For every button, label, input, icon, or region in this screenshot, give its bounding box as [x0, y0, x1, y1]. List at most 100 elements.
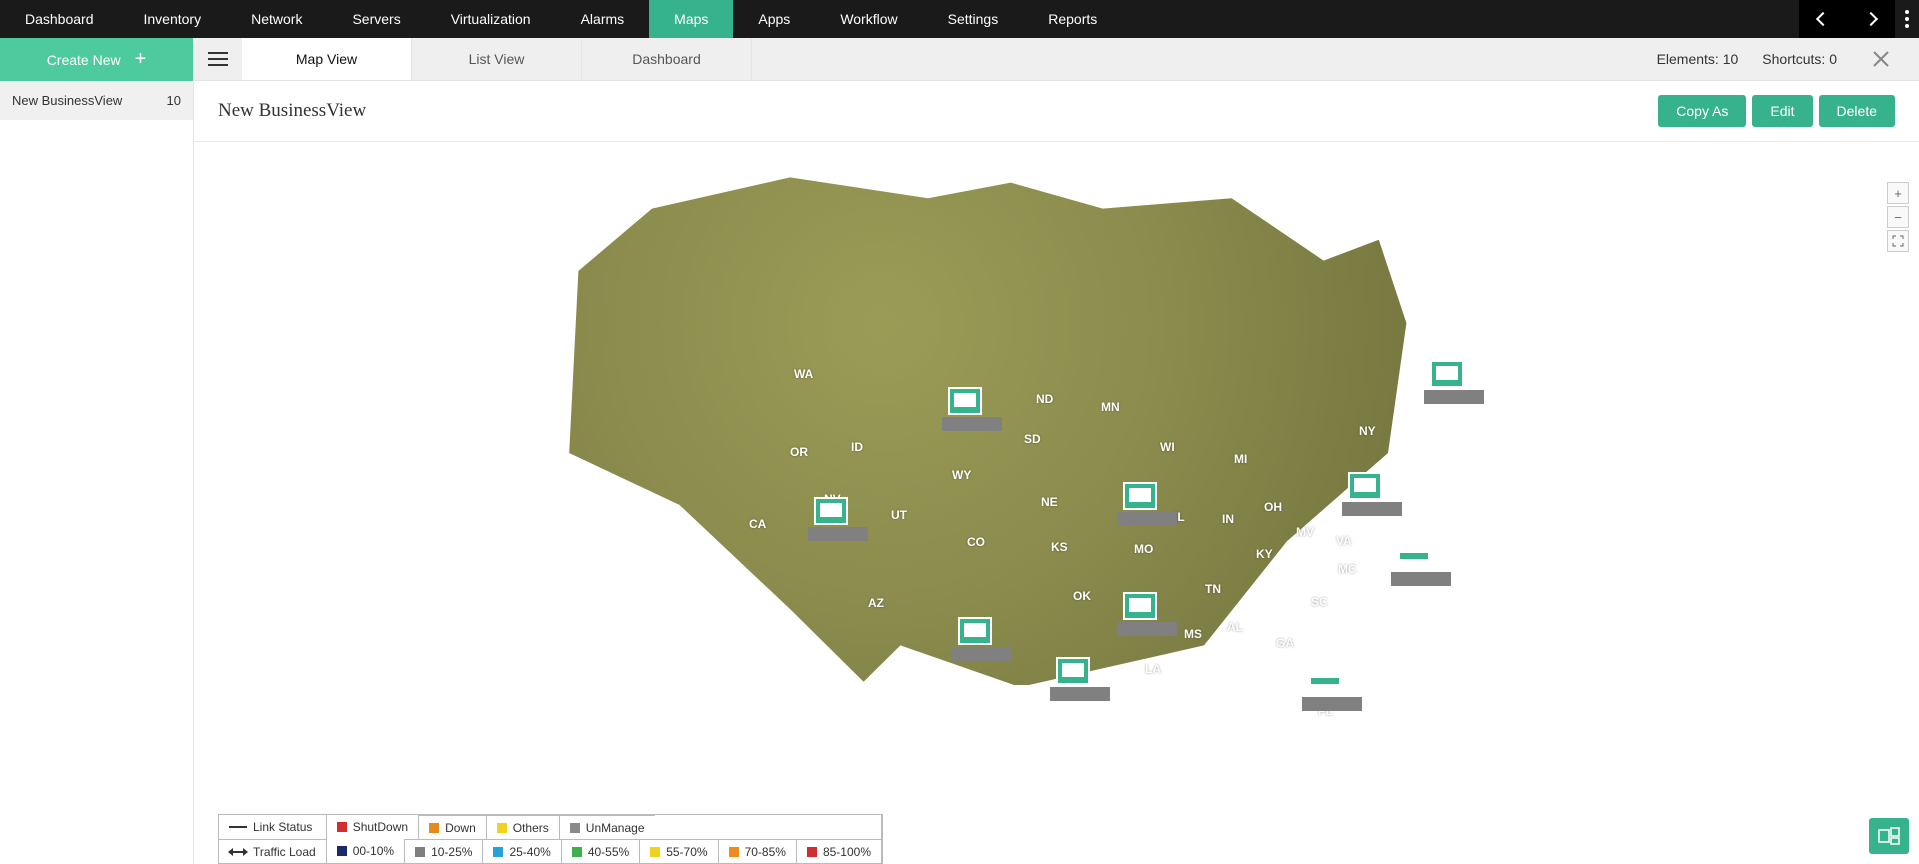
map-node[interactable] — [1391, 542, 1435, 582]
node-label — [1050, 687, 1110, 701]
edit-button[interactable]: Edit — [1752, 95, 1812, 127]
sidebar: Create New + New BusinessView 10 — [0, 38, 194, 864]
page-header: New BusinessView Copy As Edit Delete — [194, 81, 1919, 142]
state-label: OH — [1264, 500, 1282, 514]
legend-load-item: 00-10% — [327, 839, 404, 863]
color-swatch — [650, 847, 660, 857]
node-label — [1117, 512, 1177, 526]
tab-list-view[interactable]: List View — [412, 38, 582, 80]
state-label: WA — [794, 367, 813, 381]
state-label: OK — [1073, 589, 1091, 603]
node-label — [808, 527, 868, 541]
node-label — [1117, 622, 1177, 636]
map-node[interactable] — [1342, 472, 1386, 512]
node-label — [1424, 390, 1484, 404]
double-arrow-icon — [229, 848, 247, 856]
legend-load-item: 25-40% — [482, 839, 560, 863]
map-node[interactable] — [942, 387, 986, 427]
map-panel-toggle-button[interactable] — [1869, 818, 1909, 854]
map-canvas[interactable]: + − — [194, 142, 1919, 864]
state-label: OR — [790, 445, 808, 459]
state-label: MC — [1338, 562, 1357, 576]
nav-alarms[interactable]: Alarms — [556, 0, 650, 38]
legend-load-item: 55-70% — [639, 839, 717, 863]
node-label — [1391, 572, 1451, 586]
nav-reports[interactable]: Reports — [1023, 0, 1122, 38]
copy-as-button[interactable]: Copy As — [1658, 95, 1746, 127]
legend-load-item: 70-85% — [718, 839, 796, 863]
close-button[interactable] — [1861, 49, 1901, 69]
state-label: VA — [1336, 534, 1352, 548]
map-node[interactable] — [1117, 482, 1161, 522]
legend-traffic-load: Traffic Load — [219, 839, 326, 863]
nav-prev-button[interactable] — [1799, 0, 1847, 38]
state-label: SC — [1311, 595, 1328, 609]
node-label — [952, 647, 1012, 661]
legend-link-status: Link Status — [219, 815, 326, 839]
color-swatch — [493, 847, 503, 857]
sidebar-item-businessview[interactable]: New BusinessView 10 — [0, 81, 193, 120]
view-tabbar: Map View List View Dashboard Elements: 1… — [194, 38, 1919, 81]
top-nav: Dashboard Inventory Network Servers Virt… — [0, 0, 1919, 38]
create-new-button[interactable]: Create New + — [0, 38, 193, 81]
zoom-out-button[interactable]: − — [1887, 206, 1909, 228]
fullscreen-button[interactable] — [1887, 230, 1909, 252]
nav-apps[interactable]: Apps — [733, 0, 815, 38]
sidebar-item-label: New BusinessView — [12, 93, 122, 108]
map-node[interactable] — [1424, 360, 1468, 400]
state-label: MI — [1234, 452, 1247, 466]
state-label: KY — [1256, 547, 1273, 561]
zoom-in-button[interactable]: + — [1887, 182, 1909, 204]
color-swatch — [337, 846, 347, 856]
state-label: WI — [1160, 440, 1175, 454]
nav-maps[interactable]: Maps — [649, 0, 733, 38]
nav-inventory[interactable]: Inventory — [119, 0, 227, 38]
nav-settings[interactable]: Settings — [923, 0, 1024, 38]
map-node[interactable] — [952, 617, 996, 657]
tab-dashboard[interactable]: Dashboard — [582, 38, 752, 80]
state-label: MO — [1134, 542, 1153, 556]
node-label — [942, 417, 1002, 431]
state-label: MS — [1184, 627, 1202, 641]
nav-dashboard[interactable]: Dashboard — [0, 0, 119, 38]
shortcuts-count: Shortcuts: 0 — [1762, 51, 1837, 67]
state-label: TN — [1205, 582, 1221, 596]
sidebar-item-count: 10 — [167, 93, 181, 108]
nav-workflow[interactable]: Workflow — [815, 0, 922, 38]
nav-menu-button[interactable] — [1895, 0, 1919, 38]
map-controls: + − — [1887, 182, 1909, 252]
state-label: SD — [1024, 432, 1041, 446]
state-label: NE — [1041, 495, 1058, 509]
map-node[interactable] — [1117, 592, 1161, 632]
legend-status-item: Down — [418, 815, 486, 839]
nav-virtualization[interactable]: Virtualization — [426, 0, 556, 38]
node-label — [1302, 697, 1362, 711]
map-legend: Link Status Traffic Load ShutDownDownOth… — [218, 814, 883, 864]
map-node[interactable] — [1302, 667, 1346, 707]
legend-load-item: 85-100% — [796, 839, 881, 863]
chevron-left-icon — [1816, 12, 1830, 26]
nav-servers[interactable]: Servers — [327, 0, 425, 38]
state-label: IN — [1222, 512, 1234, 526]
color-swatch — [429, 823, 439, 833]
map-node[interactable] — [1050, 657, 1094, 697]
nav-next-button[interactable] — [1847, 0, 1895, 38]
tab-map-view[interactable]: Map View — [242, 38, 412, 80]
nav-network[interactable]: Network — [226, 0, 327, 38]
map-node[interactable] — [808, 497, 852, 537]
delete-button[interactable]: Delete — [1819, 95, 1895, 127]
chevron-right-icon — [1864, 12, 1878, 26]
plus-icon: + — [135, 48, 147, 71]
legend-status-item: Others — [486, 815, 559, 839]
panels-icon — [1878, 827, 1900, 845]
state-label: WY — [952, 468, 971, 482]
state-label: ID — [851, 440, 863, 454]
state-label: MV — [1296, 525, 1314, 539]
legend-load-item: 40-55% — [561, 839, 639, 863]
color-swatch — [570, 823, 580, 833]
color-swatch — [497, 823, 507, 833]
hamburger-icon — [208, 58, 228, 60]
hamburger-button[interactable] — [194, 38, 242, 80]
state-label: AL — [1227, 620, 1243, 634]
map-connections — [194, 142, 494, 292]
